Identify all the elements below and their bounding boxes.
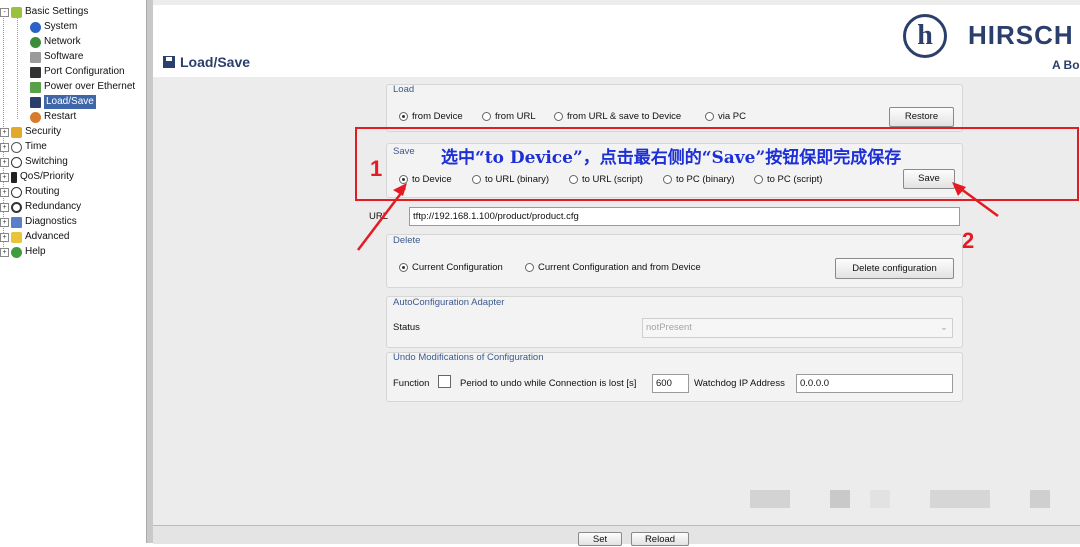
watermark-block [1030, 490, 1050, 508]
watermark-block [830, 490, 850, 508]
reload-button[interactable]: Reload [631, 532, 689, 546]
set-button[interactable]: Set [578, 532, 622, 546]
arrow-2-icon [952, 182, 999, 218]
watermark-block [750, 490, 790, 508]
watermark-block [870, 490, 890, 508]
annotation-arrows [357, 182, 999, 251]
watermark-block [930, 490, 990, 508]
arrow-1-icon [357, 183, 407, 251]
